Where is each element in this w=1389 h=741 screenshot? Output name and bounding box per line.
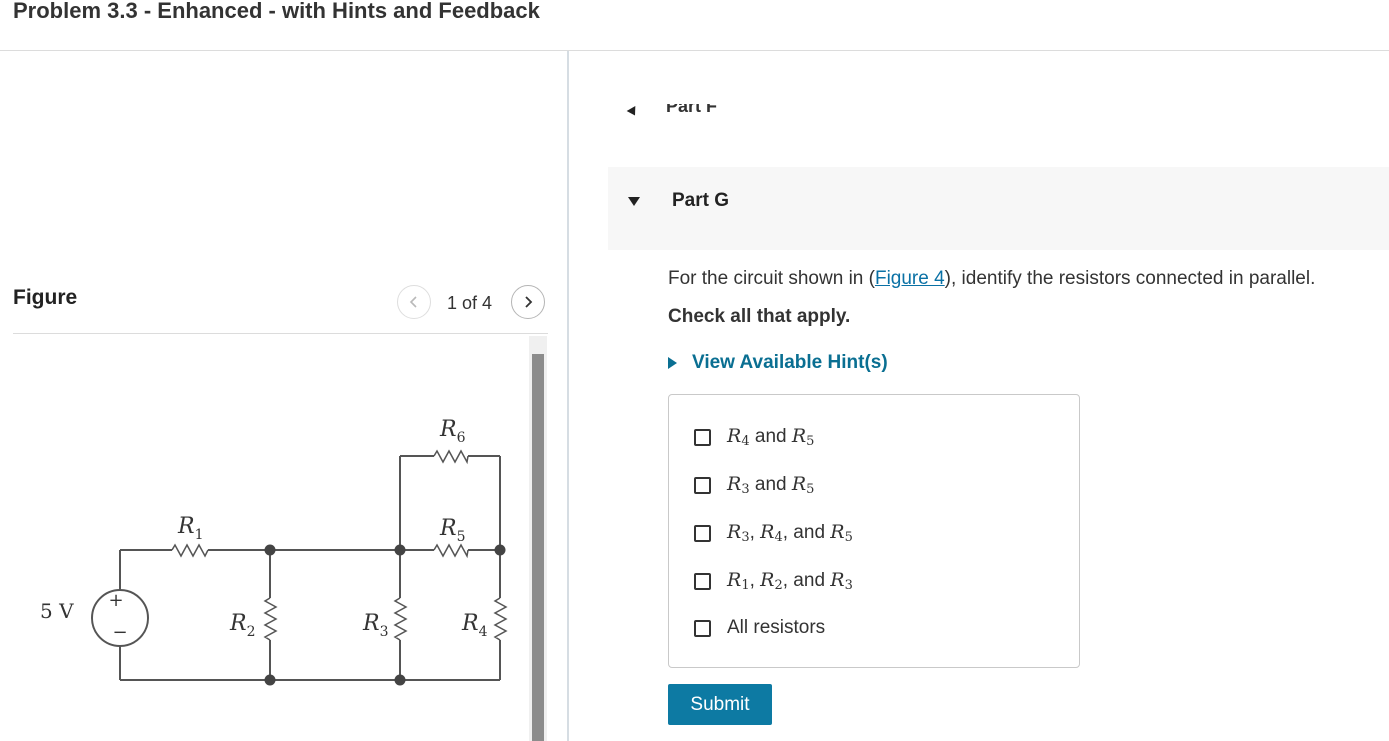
question-text: For the circuit shown in (Figure 4), ide…: [668, 268, 1316, 289]
option-r3-r5[interactable]: R3 and R5: [694, 473, 814, 497]
view-hints-toggle[interactable]: View Available Hint(s): [668, 352, 888, 374]
collapse-caret-icon[interactable]: [626, 106, 640, 118]
option-checkbox[interactable]: [694, 428, 711, 446]
source-minus-label: −: [112, 622, 127, 643]
source-voltage-label: 5 V: [40, 599, 74, 623]
chevron-right-icon: [525, 296, 533, 308]
option-r4-r5[interactable]: R4 and R5: [694, 425, 814, 449]
r1-label: R1: [177, 514, 204, 543]
answer-options: R4 and R5 R3 and R5 R3, R4, and R5 R1, R…: [668, 394, 1080, 668]
r5-label: R5: [439, 516, 466, 545]
option-checkbox[interactable]: [694, 572, 711, 590]
scrollbar-thumb[interactable]: [532, 354, 544, 741]
panel-divider: [567, 51, 569, 741]
r3-label: R3: [362, 611, 389, 640]
r4-label: R4: [461, 611, 488, 640]
instruction-text: Check all that apply.: [668, 306, 851, 327]
figure-heading: Figure: [13, 286, 78, 309]
option-all-resistors[interactable]: All resistors: [694, 617, 825, 639]
figure-scrollbar[interactable]: [529, 336, 547, 741]
problem-title: Problem 3.3 - Enhanced - with Hints and …: [13, 0, 540, 23]
option-checkbox[interactable]: [694, 524, 711, 542]
r6-label: R6: [439, 417, 466, 446]
previous-figure-button[interactable]: [397, 285, 431, 319]
figure-link[interactable]: Figure 4: [875, 268, 945, 289]
part-g-label: Part G: [672, 190, 730, 211]
view-hints-label: View Available Hint(s): [692, 352, 888, 373]
circuit-diagram: + − 5 V R1 R2 R3 R4 R5 R6: [40, 417, 508, 686]
option-r1-r2-r3[interactable]: R1, R2, and R3: [694, 569, 853, 593]
expand-caret-icon[interactable]: [628, 197, 640, 206]
r2-label: R2: [229, 611, 256, 640]
option-checkbox[interactable]: [694, 619, 711, 637]
chevron-left-icon: [409, 296, 417, 308]
part-f-label: Part F: [666, 104, 718, 116]
caret-right-icon: [668, 357, 677, 369]
source-plus-label: +: [108, 590, 123, 611]
part-f-header[interactable]: Part F: [666, 104, 717, 119]
submit-button[interactable]: Submit: [668, 684, 772, 725]
option-r3-r4-r5[interactable]: R3, R4, and R5: [694, 521, 853, 545]
figure-pager: 1 of 4: [447, 293, 493, 313]
title-divider: [0, 50, 1389, 51]
next-figure-button[interactable]: [511, 285, 545, 319]
option-checkbox[interactable]: [694, 476, 711, 494]
